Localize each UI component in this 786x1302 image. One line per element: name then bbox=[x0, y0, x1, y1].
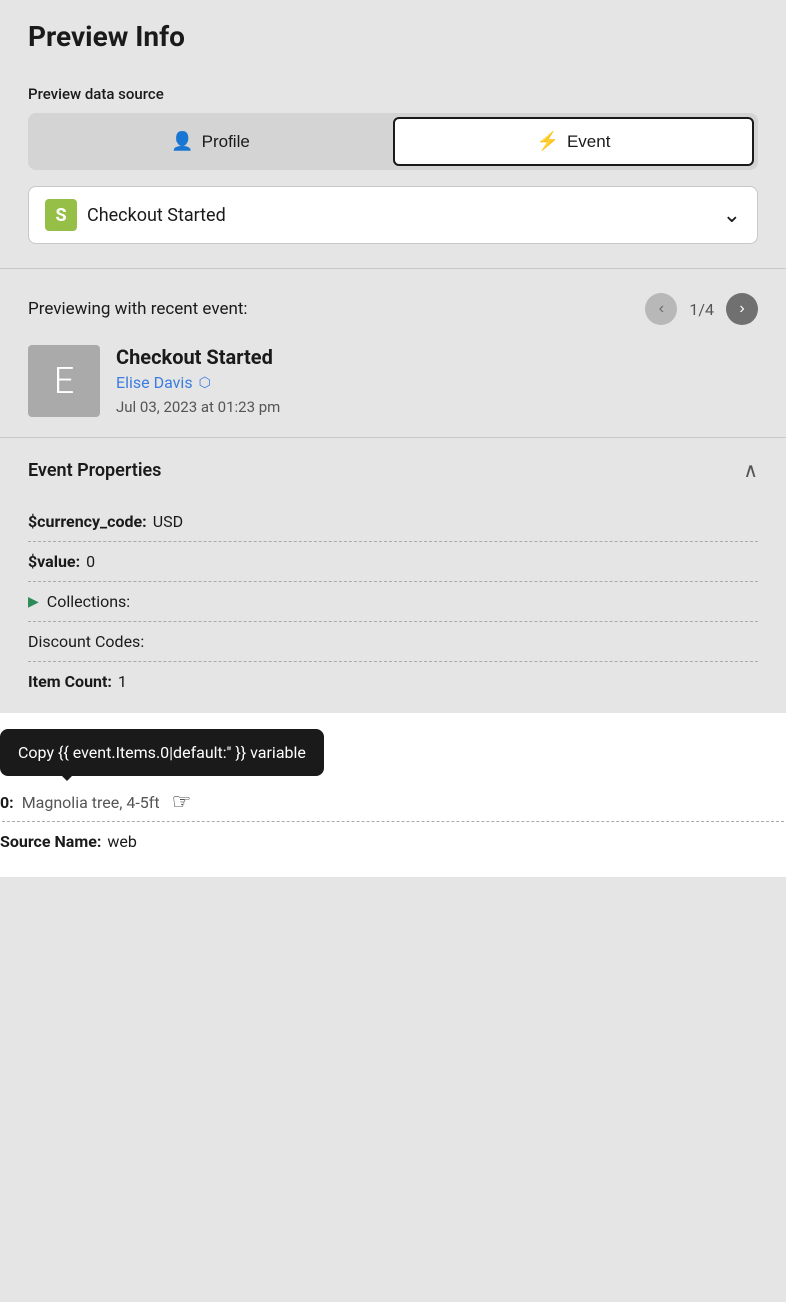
prop-key-currency: $currency_code: bbox=[28, 512, 147, 531]
section-label: Preview data source bbox=[0, 69, 786, 113]
item-index-value: Magnolia tree, 4-5ft bbox=[22, 793, 160, 812]
source-row: Source Name: web bbox=[0, 821, 786, 861]
source-name-value: web bbox=[107, 832, 137, 851]
item-row: 0: Magnolia tree, 4-5ft ☞ bbox=[0, 780, 786, 821]
event-date: Jul 03, 2023 at 01:23 pm bbox=[116, 398, 758, 416]
profile-btn-label: Profile bbox=[202, 132, 250, 152]
dropdown-container: S Checkout Started ⌄ bbox=[28, 186, 758, 244]
property-row-value: $value: 0 bbox=[28, 542, 758, 582]
properties-list: $currency_code: USD $value: 0 ▶ Collecti… bbox=[28, 502, 758, 713]
shopify-icon: S bbox=[45, 199, 77, 231]
prop-value-currency: USD bbox=[153, 512, 183, 531]
item-index-key: 0: bbox=[0, 793, 14, 812]
event-info: Checkout Started Elise Davis ⬡ Jul 03, 2… bbox=[116, 345, 758, 416]
page-indicator: 1/4 bbox=[689, 300, 714, 319]
collapse-icon: ∧ bbox=[743, 458, 758, 482]
cursor-hand-icon: ☞ bbox=[172, 790, 192, 815]
page-container: Preview Info Preview data source 👤 Profi… bbox=[0, 0, 786, 1302]
user-link[interactable]: Elise Davis bbox=[116, 373, 193, 392]
expand-arrow-icon: ▶ bbox=[28, 594, 39, 610]
event-user: Elise Davis ⬡ bbox=[116, 373, 758, 392]
previewing-section: Previewing with recent event: ‹ 1/4 › E … bbox=[0, 269, 786, 437]
event-properties-header[interactable]: Event Properties ∧ bbox=[28, 438, 758, 502]
tooltip-container: Copy {{ event.Items.0|default:'' }} vari… bbox=[0, 729, 786, 780]
prop-key-value: $value: bbox=[28, 552, 80, 571]
dropdown-label: Checkout Started bbox=[87, 205, 713, 226]
event-btn-label: Event bbox=[567, 132, 610, 152]
source-name-key: Source Name: bbox=[0, 832, 101, 851]
property-row: $currency_code: USD bbox=[28, 502, 758, 542]
item-count-row: Item Count: 1 bbox=[28, 662, 758, 701]
prop-value-value: 0 bbox=[86, 552, 95, 571]
collections-key: Collections: bbox=[47, 592, 130, 611]
item-count-key: Item Count: bbox=[28, 672, 112, 691]
prev-nav-btn[interactable]: ‹ bbox=[645, 293, 677, 325]
chevron-right-icon: › bbox=[739, 300, 744, 318]
collections-row: ▶ Collections: bbox=[28, 582, 758, 622]
previewing-label: Previewing with recent event: bbox=[28, 299, 633, 319]
event-card: E Checkout Started Elise Davis ⬡ Jul 03,… bbox=[28, 345, 758, 417]
item-count-value: 1 bbox=[118, 672, 127, 691]
event-name: Checkout Started bbox=[116, 345, 758, 369]
event-properties-title: Event Properties bbox=[28, 460, 161, 481]
header: Preview Info bbox=[0, 0, 786, 69]
event-icon: ⚡ bbox=[537, 131, 559, 152]
chevron-down-icon: ⌄ bbox=[723, 203, 741, 228]
event-toggle-btn[interactable]: ⚡ Event bbox=[393, 117, 754, 166]
previewing-header: Previewing with recent event: ‹ 1/4 › bbox=[28, 293, 758, 325]
event-properties-section: Event Properties ∧ $currency_code: USD $… bbox=[0, 438, 786, 713]
discount-row: Discount Codes: bbox=[28, 622, 758, 662]
chevron-left-icon: ‹ bbox=[659, 300, 664, 318]
discount-key: Discount Codes: bbox=[28, 632, 144, 651]
page-title: Preview Info bbox=[28, 20, 758, 53]
profile-icon: 👤 bbox=[171, 131, 193, 152]
avatar: E bbox=[28, 345, 100, 417]
external-link-icon: ⬡ bbox=[199, 375, 211, 391]
avatar-letter: E bbox=[54, 360, 74, 402]
tooltip-box: Copy {{ event.Items.0|default:'' }} vari… bbox=[0, 729, 324, 776]
event-dropdown[interactable]: S Checkout Started ⌄ bbox=[28, 186, 758, 244]
toggle-group: 👤 Profile ⚡ Event bbox=[28, 113, 758, 170]
profile-toggle-btn[interactable]: 👤 Profile bbox=[32, 117, 389, 166]
svg-text:S: S bbox=[55, 205, 66, 226]
next-nav-btn[interactable]: › bbox=[726, 293, 758, 325]
tooltip-area: Copy {{ event.Items.0|default:'' }} vari… bbox=[0, 713, 786, 877]
